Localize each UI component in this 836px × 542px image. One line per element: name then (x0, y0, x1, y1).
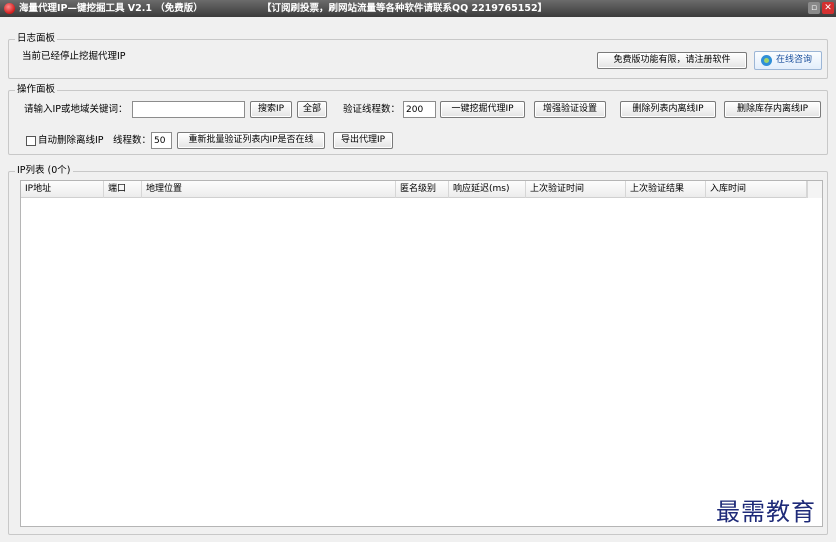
operation-panel-title: 操作面板 (15, 84, 58, 96)
threads-label: 验证线程数： (343, 104, 401, 115)
column-header-stored-time[interactable]: 入库时间 (706, 181, 807, 198)
auto-delete-checkbox[interactable] (26, 136, 36, 146)
watermark: 最需教育 (716, 498, 816, 526)
minimize-button[interactable]: ▫ (808, 2, 820, 14)
ip-list-title: IP列表 (0个) (15, 165, 73, 177)
export-proxy-button[interactable]: 导出代理IP (333, 132, 393, 149)
search-ip-button[interactable]: 搜索IP (250, 101, 292, 118)
headset-icon (761, 55, 772, 66)
window-title: 海量代理IP—键挖掘工具 V2.1 （免费版） (19, 3, 203, 14)
column-header-location[interactable]: 地理位置 (142, 181, 396, 198)
mine-proxy-button[interactable]: 一键挖掘代理IP (440, 101, 525, 118)
column-header-anonymity[interactable]: 匿名级别 (396, 181, 449, 198)
online-consult-label: 在线咨询 (776, 55, 813, 65)
register-button[interactable]: 免费版功能有限，请注册软件 (597, 52, 747, 69)
thread-count-label: 线程数： (113, 135, 152, 146)
ip-table[interactable]: IP地址 端口 地理位置 匿名级别 响应延迟(ms) 上次验证时间 上次验证结果… (20, 180, 823, 527)
column-header-last-verify-result[interactable]: 上次验证结果 (626, 181, 706, 198)
delete-offline-store-button[interactable]: 删除库存内离线IP (724, 101, 821, 118)
title-notice: 【订阅刷投票，刷网站流量等各种软件请联系QQ 2219765152】 (262, 3, 548, 14)
column-header-port[interactable]: 端口 (104, 181, 142, 198)
auto-delete-label: 自动删除离线IP (38, 135, 104, 146)
column-header-last-verify-time[interactable]: 上次验证时间 (526, 181, 626, 198)
log-panel-title: 日志面板 (15, 33, 58, 45)
thread-count-input[interactable] (151, 132, 172, 149)
delete-offline-list-button[interactable]: 删除列表内离线IP (620, 101, 716, 118)
keyword-input[interactable] (132, 101, 245, 118)
table-header: IP地址 端口 地理位置 匿名级别 响应延迟(ms) 上次验证时间 上次验证结果… (21, 181, 822, 198)
reverify-button[interactable]: 重新批量验证列表内IP是否在线 (177, 132, 325, 149)
close-button[interactable]: ✕ (822, 2, 834, 14)
status-text: 当前已经停止挖掘代理IP (22, 51, 126, 62)
enhanced-verify-button[interactable]: 增强验证设置 (534, 101, 606, 118)
keyword-label: 请输入IP或地域关键词： (24, 104, 128, 115)
title-bar: 海量代理IP—键挖掘工具 V2.1 （免费版） 【订阅刷投票，刷网站流量等各种软… (0, 0, 836, 17)
threads-input[interactable] (403, 101, 436, 118)
online-consult-button[interactable]: 在线咨询 (754, 51, 822, 70)
header-scroll-corner (807, 181, 822, 198)
app-icon (4, 3, 15, 14)
column-header-ip[interactable]: IP地址 (21, 181, 104, 198)
column-header-latency[interactable]: 响应延迟(ms) (449, 181, 526, 198)
all-button[interactable]: 全部 (297, 101, 327, 118)
